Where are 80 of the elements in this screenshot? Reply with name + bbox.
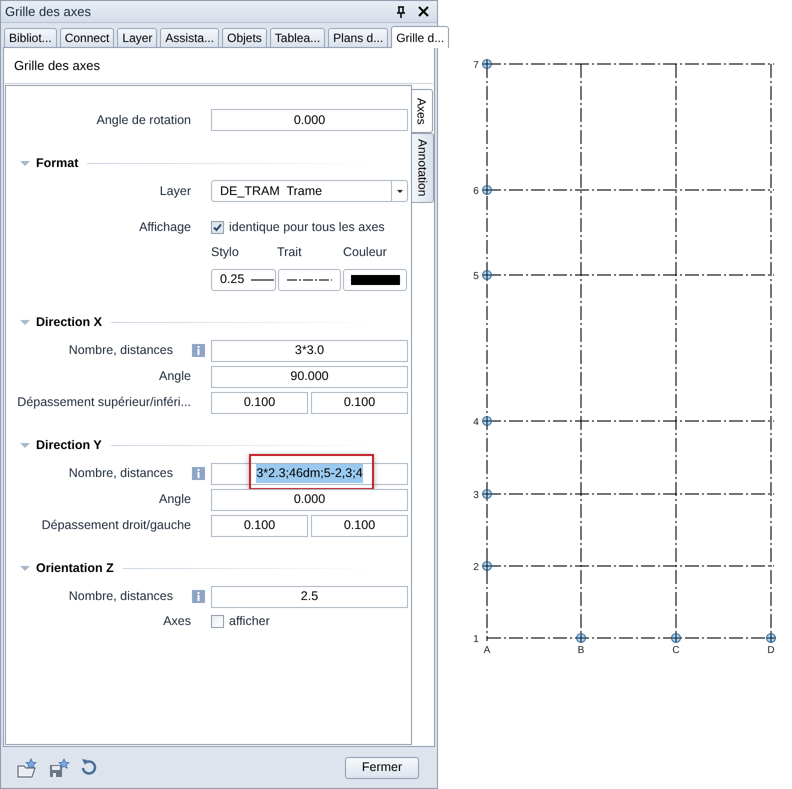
axis-marker-icon	[482, 416, 492, 426]
reset-icon[interactable]	[80, 758, 97, 777]
axis-marker-icon	[482, 561, 492, 571]
field-label: Angle	[159, 491, 192, 508]
input-field[interactable]: 2.5	[211, 586, 408, 608]
axis-marker-icon	[766, 633, 776, 643]
input-field[interactable]: 0.100	[311, 392, 408, 414]
field-label: Angle de rotation	[96, 112, 192, 129]
field-label: Affichage	[139, 219, 192, 236]
section-title: Orientation Z	[36, 560, 114, 578]
section-title: Direction X	[36, 314, 102, 332]
input-field[interactable]: 0.100	[311, 514, 408, 537]
axis-marker-icon	[482, 489, 492, 499]
dropdown-arrow-icon[interactable]	[396, 190, 402, 192]
checkbox[interactable]	[211, 614, 224, 628]
axis-label: 4	[473, 417, 479, 428]
column-header: Couleur	[343, 244, 388, 262]
axis-label: 1	[473, 634, 479, 645]
color-button[interactable]	[343, 268, 407, 291]
pen-button[interactable]: 0.25	[211, 268, 276, 291]
checkbox-label: afficher	[229, 612, 270, 630]
tab[interactable]: Plans d...	[328, 28, 388, 47]
column-header: Stylo	[211, 244, 240, 262]
checkbox-label: identique pour tous les axes	[229, 219, 385, 236]
pin-icon[interactable]	[396, 6, 406, 18]
section-title: Format	[36, 154, 78, 172]
info-icon[interactable]	[192, 590, 205, 604]
field-label: Nombre, distances	[68, 588, 173, 606]
field-label: Axes	[163, 612, 192, 630]
input-field[interactable]: 0.000	[211, 109, 408, 131]
close-button[interactable]: Fermer	[345, 756, 419, 778]
info-icon[interactable]	[192, 467, 205, 480]
input-field[interactable]: 3*3.0	[211, 340, 408, 362]
input-field[interactable]: 0.100	[211, 392, 308, 414]
window-title: Grille des axes	[5, 2, 92, 21]
field-label: Nombre, distances	[68, 465, 173, 482]
tab[interactable]: Layer	[117, 28, 158, 47]
tab[interactable]: Tablea...	[270, 28, 326, 47]
checkbox[interactable]	[211, 220, 224, 234]
axis-marker-icon	[482, 185, 492, 195]
panel-title: Grille des axes	[5, 48, 433, 84]
field-label: Nombre, distances	[68, 342, 173, 360]
axis-marker-icon	[482, 270, 492, 280]
tab[interactable]: Assista...	[160, 28, 220, 47]
axis-label: 3	[473, 490, 479, 501]
axis-marker-icon	[482, 59, 492, 69]
line-sample-icon	[251, 278, 274, 281]
side-tab[interactable]: Annotation	[412, 133, 434, 203]
tab[interactable]: Objets	[222, 28, 267, 47]
axis-label: 7	[473, 60, 479, 71]
axis-label: 6	[473, 186, 479, 197]
tab[interactable]: Bibliot...	[4, 28, 57, 47]
tab[interactable]: Connect	[60, 28, 114, 47]
input-field[interactable]: 0.000	[211, 488, 408, 511]
axis-label: 5	[473, 271, 479, 282]
field-label: Dépassement supérieur/inféri...	[17, 394, 192, 412]
disk-star-icon[interactable]	[49, 758, 70, 778]
line-type-button[interactable]	[278, 268, 341, 291]
input-field[interactable]: 90.000	[211, 366, 408, 388]
axis-label: B	[578, 645, 584, 656]
axis-marker-icon	[671, 633, 681, 643]
field-label: Dépassement droit/gauche	[42, 517, 192, 534]
folder-star-icon[interactable]	[17, 758, 38, 778]
tab[interactable]: Grille d...	[391, 26, 450, 48]
column-header: Trait	[277, 244, 303, 262]
axis-label: C	[672, 645, 680, 656]
axis-label: 2	[473, 562, 479, 573]
field-label: Angle	[159, 368, 192, 386]
layer-dropdown[interactable]: DE_TRAM Trame	[211, 180, 408, 202]
section-title: Direction Y	[36, 437, 102, 454]
input-field[interactable]: 0.100	[211, 514, 308, 537]
axis-label: A	[484, 645, 490, 656]
dash-dot-line-icon	[287, 278, 332, 281]
axis-label: D	[767, 645, 775, 656]
axis-marker-icon	[576, 633, 586, 643]
input-field[interactable]: 3*2.3;46dm;5-2,3;4	[211, 462, 408, 485]
field-label: Layer	[160, 182, 192, 200]
side-tab[interactable]: Axes	[411, 89, 433, 133]
close-icon[interactable]	[418, 6, 429, 17]
info-icon[interactable]	[192, 344, 205, 358]
